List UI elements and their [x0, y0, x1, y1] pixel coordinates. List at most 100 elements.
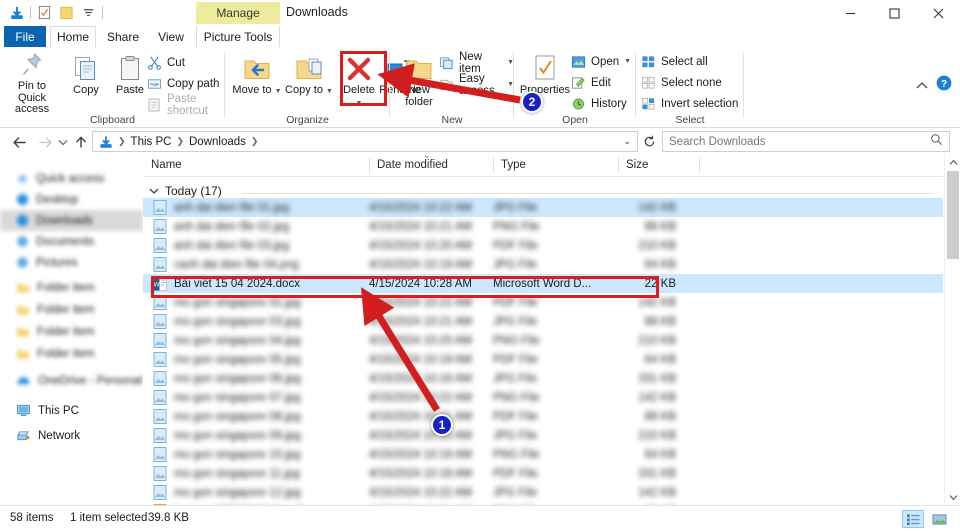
scroll-up-icon[interactable] — [945, 154, 960, 170]
history-button[interactable]: History — [570, 94, 627, 113]
search-icon[interactable] — [930, 133, 949, 151]
pin-to-quick-access-button[interactable]: Pin to Quick access — [6, 50, 58, 115]
recent-locations-icon[interactable] — [56, 133, 70, 151]
details-view-button[interactable] — [902, 510, 924, 528]
cell-size: 64 KB — [644, 353, 676, 366]
collapse-ribbon-icon[interactable] — [916, 77, 928, 95]
up-arrow-icon[interactable] — [72, 133, 90, 151]
customize-dropdown-icon[interactable] — [80, 4, 97, 21]
new-item-button[interactable]: New item ▼ — [438, 51, 514, 75]
sidebar-item-folder-3[interactable]: Folder item — [0, 321, 143, 342]
properties-icon[interactable] — [36, 4, 53, 21]
column-label-type: Type — [501, 159, 526, 171]
cell-date-modified: 4/15/2024 10:20 AM — [369, 429, 472, 442]
search-input[interactable]: Search Downloads — [662, 131, 950, 152]
table-row[interactable]: anh dai dien file 03.jpg 4/15/2024 10:20 … — [143, 236, 943, 255]
column-divider-4[interactable] — [699, 158, 700, 173]
table-row[interactable]: mo gon singapore 04.jpg 4/15/2024 10:20 A… — [143, 331, 943, 350]
downloads-folder-icon[interactable] — [8, 4, 25, 21]
sidebar-item-onedrive[interactable]: OneDrive - Personal — [0, 370, 143, 391]
vertical-scrollbar[interactable] — [944, 154, 960, 505]
sort-indicator-icon: ⌄ — [423, 150, 431, 160]
column-header-date-modified[interactable]: Date modified ⌄ — [369, 150, 493, 176]
tab-file[interactable]: File — [4, 26, 46, 48]
move-to-button[interactable]: Move to ▼ — [231, 50, 283, 112]
edit-button[interactable]: Edit — [570, 73, 611, 92]
refresh-icon[interactable] — [640, 132, 658, 151]
table-row[interactable]: mo gon singapore 08.jpg 4/15/2024 10:21 A… — [143, 407, 943, 426]
column-header-name[interactable]: Name — [143, 154, 369, 176]
sidebar-item-desktop[interactable]: Desktop — [0, 189, 143, 210]
tab-file-label: File — [15, 30, 35, 44]
tab-view[interactable]: View — [150, 26, 192, 48]
scrollbar-thumb[interactable] — [947, 171, 959, 259]
copy-path-button[interactable]: ab Copy path — [146, 74, 219, 93]
select-all-button[interactable]: Select all — [640, 52, 708, 71]
copy-to-button[interactable]: Copy to ▼ — [283, 50, 335, 112]
sidebar-item-network[interactable]: Network — [0, 425, 143, 446]
new-folder-label: New folder — [405, 84, 433, 108]
cell-size: 210 KB — [638, 239, 676, 252]
window-title: Downloads — [286, 5, 348, 19]
image-file-icon — [153, 257, 167, 272]
cut-button[interactable]: Cut — [146, 53, 185, 72]
open-button[interactable]: Open ▼ — [570, 52, 631, 71]
address-breadcrumb-box[interactable]: ❯ This PC ❯ Downloads ❯ ⌄ — [92, 131, 638, 152]
table-row[interactable]: mo gon singapore 05.jpg 4/15/2024 10:19 A… — [143, 350, 943, 369]
scroll-down-icon[interactable] — [945, 489, 960, 505]
column-header-size[interactable]: Size — [618, 154, 698, 176]
sidebar-item-pictures[interactable]: Pictures — [0, 252, 143, 273]
image-file-icon — [153, 314, 167, 329]
column-header-type[interactable]: Type — [493, 154, 618, 176]
select-group-label: Select — [675, 114, 705, 126]
table-row[interactable]: mo gon singapore 09.jpg 4/15/2024 10:20 A… — [143, 426, 943, 445]
copy-label: Copy — [73, 84, 99, 96]
cell-name: anh dai dien file 01.jpg — [174, 201, 290, 214]
table-row[interactable]: mo gon singapore 10.jpg 4/15/2024 10:19 A… — [143, 445, 943, 464]
select-none-button[interactable]: Select none — [640, 73, 722, 92]
tab-view-label: View — [158, 30, 184, 44]
tab-picture-tools[interactable]: Picture Tools — [196, 26, 280, 48]
table-row[interactable]: mo gon singapore 06.jpg 4/15/2024 10:18 A… — [143, 369, 943, 388]
breadcrumb-downloads[interactable]: Downloads — [186, 136, 249, 148]
sidebar-item-this-pc[interactable]: This PC — [0, 400, 143, 421]
close-icon[interactable] — [916, 0, 960, 26]
sidebar-item-folder-4[interactable]: Folder item — [0, 343, 143, 364]
table-row[interactable]: mo gon singapore 11.jpg 4/15/2024 10:18 A… — [143, 464, 943, 483]
forward-arrow-icon[interactable] — [36, 133, 54, 151]
cell-type: PNG File — [493, 448, 540, 461]
new-folder-button[interactable]: New folder — [395, 50, 443, 112]
back-arrow-icon[interactable] — [10, 133, 28, 151]
table-row[interactable]: anh dai dien file 01.jpg 4/15/2024 10:22 … — [143, 198, 943, 217]
new-folder-icon[interactable] — [58, 4, 75, 21]
table-row[interactable]: mo gon singapore 12.jpg 4/15/2024 10:22 A… — [143, 483, 943, 502]
tab-home[interactable]: Home — [50, 26, 96, 48]
new-folder-icon-large — [405, 50, 433, 82]
paste-shortcut-button[interactable]: Paste shortcut — [146, 93, 225, 117]
table-row[interactable]: mo gon singapore 03.jpg 4/15/2024 10:21 A… — [143, 312, 943, 331]
invert-selection-button[interactable]: Invert selection — [640, 94, 738, 113]
maximize-icon[interactable] — [872, 0, 916, 26]
sidebar-item-documents[interactable]: Documents — [0, 231, 143, 252]
sidebar-item-quick-access[interactable]: Quick access — [0, 168, 143, 189]
image-file-icon — [153, 447, 167, 462]
sidebar-item-folder-2[interactable]: Folder item — [0, 299, 143, 320]
sidebar-item-folder-1[interactable]: Folder item — [0, 277, 143, 298]
minimize-icon[interactable] — [828, 0, 872, 26]
large-icons-view-button[interactable] — [928, 510, 950, 528]
table-row[interactable]: mo gon singapore 07.jpg 4/15/2024 10:22 A… — [143, 388, 943, 407]
table-row[interactable]: canh dai dien file 04.png 4/15/2024 10:19… — [143, 255, 943, 274]
breadcrumb-this-pc[interactable]: This PC — [128, 136, 175, 148]
help-icon[interactable]: ? — [936, 75, 952, 96]
selected-file-highlight-box — [151, 276, 659, 298]
tab-share[interactable]: Share — [100, 26, 146, 48]
easy-access-button[interactable]: Easy access ▼ — [438, 73, 514, 97]
cell-type: PDF File — [493, 296, 538, 309]
table-row[interactable]: anh dai dien file 02.jpg 4/15/2024 10:21 … — [143, 217, 943, 236]
sidebar-item-downloads[interactable]: Downloads — [0, 210, 143, 231]
ribbon-group-open: Properties Open ▼ Edit History Open — [514, 47, 636, 128]
cell-size: 142 KB — [638, 391, 676, 404]
image-file-icon — [153, 485, 167, 500]
sidebar-label-pictures: Pictures — [36, 256, 78, 269]
chevron-down-icon-address[interactable]: ⌄ — [623, 136, 637, 147]
